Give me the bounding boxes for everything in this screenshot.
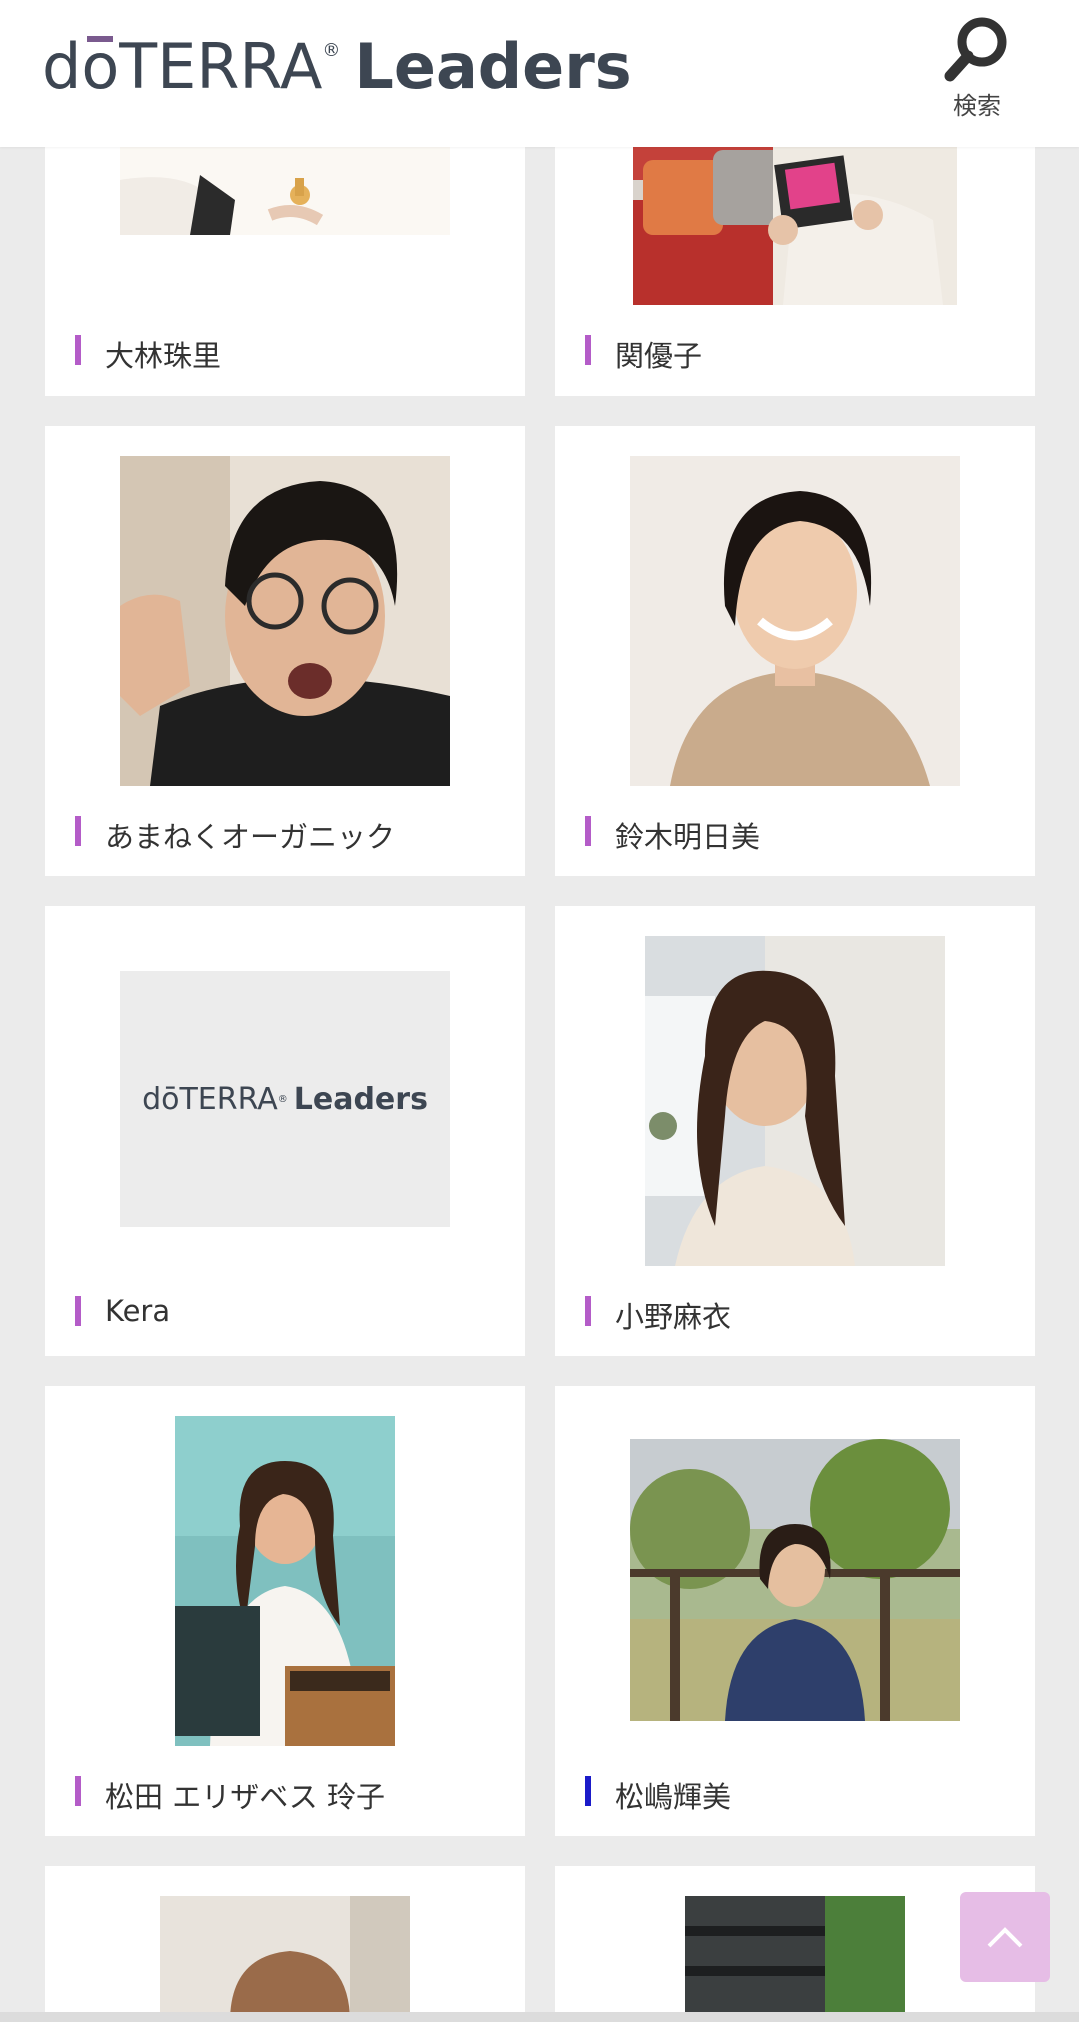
leader-photo bbox=[175, 1416, 395, 1746]
logo-text-o: o bbox=[81, 30, 120, 103]
leader-card[interactable]: 松嶋輝美 bbox=[555, 1386, 1035, 1836]
name-accent-bar bbox=[75, 1776, 81, 1806]
leader-photo bbox=[160, 1896, 410, 2022]
placeholder-logo-text: dōTERRA bbox=[142, 1081, 278, 1117]
leader-name: 大林珠里 bbox=[105, 339, 222, 373]
leader-card[interactable]: 小野麻衣 bbox=[555, 906, 1035, 1356]
leader-name: 鈴木明日美 bbox=[615, 820, 761, 854]
site-logo[interactable]: doTERRA® Leaders bbox=[42, 30, 632, 103]
leader-name: あまねくオーガニック bbox=[105, 820, 396, 854]
logo-text-terra: TERRA bbox=[119, 30, 323, 103]
leader-photo bbox=[120, 140, 450, 235]
placeholder-logo-leaders: Leaders bbox=[293, 1081, 428, 1117]
search-icon bbox=[944, 17, 1007, 82]
search-button[interactable]: 検索 bbox=[935, 14, 1019, 124]
leader-card[interactable]: dōTERRA ® Leaders Kera bbox=[45, 906, 525, 1356]
leader-card[interactable] bbox=[45, 1866, 525, 2022]
name-accent-bar bbox=[585, 816, 591, 846]
name-accent-bar bbox=[75, 1296, 81, 1326]
name-accent-bar bbox=[75, 335, 81, 365]
logo-reg-mark: ® bbox=[322, 40, 341, 61]
leader-photo bbox=[645, 936, 945, 1266]
leader-photo bbox=[630, 1439, 960, 1721]
leader-photo bbox=[120, 456, 450, 786]
leader-name: Kera bbox=[105, 1294, 171, 1328]
name-accent-bar bbox=[585, 335, 591, 365]
leader-name: 関優子 bbox=[615, 339, 703, 373]
leader-card[interactable]: あまねくオーガニック bbox=[45, 426, 525, 876]
placeholder-reg-mark: ® bbox=[277, 1093, 288, 1105]
name-accent-bar bbox=[75, 816, 81, 846]
leader-name: 小野麻衣 bbox=[615, 1300, 732, 1334]
leader-card[interactable]: 松田 エリザベス 玲子 bbox=[45, 1386, 525, 1836]
leader-photo bbox=[630, 456, 960, 786]
search-label: 検索 bbox=[953, 92, 1001, 120]
leader-name: 松嶋輝美 bbox=[615, 1780, 732, 1814]
back-to-top-button[interactable] bbox=[960, 1892, 1050, 1982]
leader-name: 松田 エリザベス 玲子 bbox=[105, 1780, 386, 1814]
site-header: doTERRA® Leaders 検索 bbox=[0, 0, 1079, 147]
leader-card[interactable]: 鈴木明日美 bbox=[555, 426, 1035, 876]
name-accent-bar bbox=[585, 1296, 591, 1326]
chevron-up-icon bbox=[987, 1927, 1023, 1948]
leader-photo bbox=[633, 140, 957, 305]
placeholder-logo: dōTERRA ® Leaders bbox=[120, 971, 450, 1227]
name-accent-bar bbox=[585, 1776, 591, 1806]
bottom-edge bbox=[0, 2012, 1079, 2022]
logo-text-leaders: Leaders bbox=[354, 30, 632, 103]
logo-text-d: d bbox=[42, 30, 82, 103]
leader-photo bbox=[685, 1896, 905, 2022]
